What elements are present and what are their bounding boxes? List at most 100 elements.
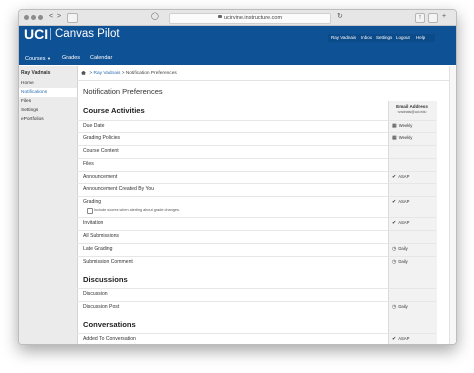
notification-label: Discussion Post	[83, 304, 120, 310]
row-divider	[77, 217, 436, 218]
check-icon: ✔	[392, 199, 397, 205]
frequency-setting[interactable]: ◷ Daily	[392, 259, 408, 265]
notification-label: All Submissions	[83, 233, 119, 239]
notification-label: Course Content	[83, 148, 119, 154]
notification-label: Grading Policies	[83, 135, 121, 141]
forward-icon[interactable]: >	[57, 13, 61, 21]
logout-link[interactable]: Logout	[396, 34, 410, 42]
app-name: Canvas Pilot	[55, 28, 120, 40]
notification-label: Announcement	[83, 174, 118, 180]
logo-divider	[50, 28, 51, 40]
notification-label: Added To Conversation	[83, 336, 136, 342]
close-window-icon[interactable]	[24, 15, 29, 20]
sidebar-item-files[interactable]: Files	[21, 98, 31, 105]
clock-icon: ◷	[392, 304, 397, 310]
notification-label: Announcement Created By You	[83, 186, 155, 192]
help-link[interactable]: Help	[416, 34, 425, 42]
section-title: Course Activities	[83, 106, 145, 115]
frequency-setting[interactable]: ◷ Daily	[392, 304, 408, 310]
breadcrumb: > Ray Vadnais > Notification Preferences	[81, 70, 177, 77]
frequency-label: Weekly	[398, 123, 413, 128]
notification-label: Files	[83, 161, 94, 167]
breadcrumb-current: Notification Preferences	[125, 71, 177, 76]
section-title: Conversations	[83, 320, 136, 329]
calendar-icon: ▦	[392, 123, 397, 129]
frequency-label: Weekly	[398, 135, 413, 140]
frequency-setting[interactable]: ▦ Weekly	[392, 123, 412, 129]
user-name-link[interactable]: Ray Vadnais	[331, 34, 356, 42]
row-divider	[77, 171, 436, 172]
minimize-window-icon[interactable]	[31, 15, 36, 20]
frequency-setting[interactable]: ▦ Weekly	[392, 135, 412, 141]
nav-courses[interactable]: Courses ▼	[25, 55, 51, 63]
clock-icon: ◷	[392, 259, 397, 265]
share-icon[interactable]: ↑	[415, 13, 425, 23]
sidebar-item-settings[interactable]: Settings	[21, 107, 38, 114]
frequency-setting[interactable]: ✔ ASAP	[392, 174, 409, 180]
row-divider	[77, 301, 436, 302]
home-icon[interactable]	[81, 70, 86, 75]
nav-calendar[interactable]: Calendar	[90, 55, 112, 62]
row-divider	[77, 145, 436, 146]
reload-icon[interactable]: ↻	[337, 13, 343, 21]
frequency-setting[interactable]: ✔ ASAP	[392, 220, 409, 226]
settings-link[interactable]: Settings	[376, 34, 392, 42]
frequency-setting[interactable]: ✔ ASAP	[392, 199, 409, 205]
chevron-down-icon: ▼	[47, 56, 51, 61]
include-scores-checkbox[interactable]	[87, 208, 93, 214]
row-divider	[77, 158, 436, 159]
frequency-label: ASAP	[398, 199, 410, 204]
row-divider	[77, 132, 436, 133]
sidebar-toggle-icon[interactable]	[67, 13, 78, 23]
notification-label: Late Grading	[83, 246, 113, 252]
email-address: rvadnais@uci.edu	[397, 110, 427, 114]
breadcrumb-user[interactable]: Ray Vadnais	[94, 71, 121, 76]
frequency-setting[interactable]: ◷ Daily	[392, 246, 408, 252]
check-icon: ✔	[392, 336, 397, 342]
section-title: Discussions	[83, 275, 128, 284]
browser-toolbar: < > ◯ ucirvine.instructure.com ↻ ↑ +	[19, 10, 456, 26]
row-divider	[77, 333, 436, 334]
row-divider	[77, 243, 436, 244]
check-icon: ✔	[392, 174, 397, 180]
row-divider	[77, 196, 436, 197]
frequency-setting[interactable]: ✔ ASAP	[392, 336, 409, 342]
sidebar-item-notifications[interactable]: Notifications	[21, 89, 47, 96]
row-divider	[77, 256, 436, 257]
address-bar[interactable]: ucirvine.instructure.com	[169, 13, 331, 24]
new-tab-icon[interactable]: +	[442, 13, 446, 21]
sidebar-item-home[interactable]: Home	[21, 80, 34, 87]
check-icon: ✔	[392, 220, 397, 226]
page-title: Notification Preferences	[83, 87, 163, 96]
inbox-link[interactable]: Inbox	[361, 34, 372, 42]
frequency-label: Daily	[398, 246, 408, 251]
nav-grades[interactable]: Grades	[62, 55, 80, 62]
frequency-label: Daily	[398, 259, 408, 264]
frequency-label: ASAP	[398, 220, 410, 225]
row-divider	[77, 120, 436, 121]
notification-label: Discussion	[83, 291, 108, 297]
clock-icon: ◷	[392, 246, 397, 252]
include-scores-label: Include scores when alerting about grade…	[94, 208, 180, 212]
browser-window: < > ◯ ucirvine.instructure.com ↻ ↑ + UCI…	[18, 9, 457, 345]
frequency-label: ASAP	[398, 336, 410, 341]
notification-label: Grading	[83, 199, 102, 205]
row-divider	[77, 183, 436, 184]
back-icon[interactable]: <	[49, 13, 53, 21]
frequency-label: Daily	[398, 304, 408, 309]
scrollbar[interactable]	[449, 66, 456, 344]
row-divider	[77, 230, 436, 231]
lock-icon	[217, 15, 222, 19]
notification-label: Submission Comment	[83, 259, 133, 265]
frequency-label: ASAP	[398, 174, 410, 179]
sidebar-item-eportfolios[interactable]: ePortfolios	[21, 116, 44, 123]
uci-logo[interactable]: UCI	[24, 27, 48, 41]
notification-label: Invitation	[83, 220, 104, 226]
tabs-icon[interactable]	[428, 13, 438, 23]
notification-label: Due Date	[83, 123, 105, 129]
zoom-window-icon[interactable]	[38, 15, 43, 20]
calendar-icon: ▦	[392, 135, 397, 141]
divider	[77, 80, 456, 81]
sidebar-user-name: Ray Vadnais	[21, 70, 51, 76]
privacy-shield-icon[interactable]: ◯	[151, 13, 159, 21]
